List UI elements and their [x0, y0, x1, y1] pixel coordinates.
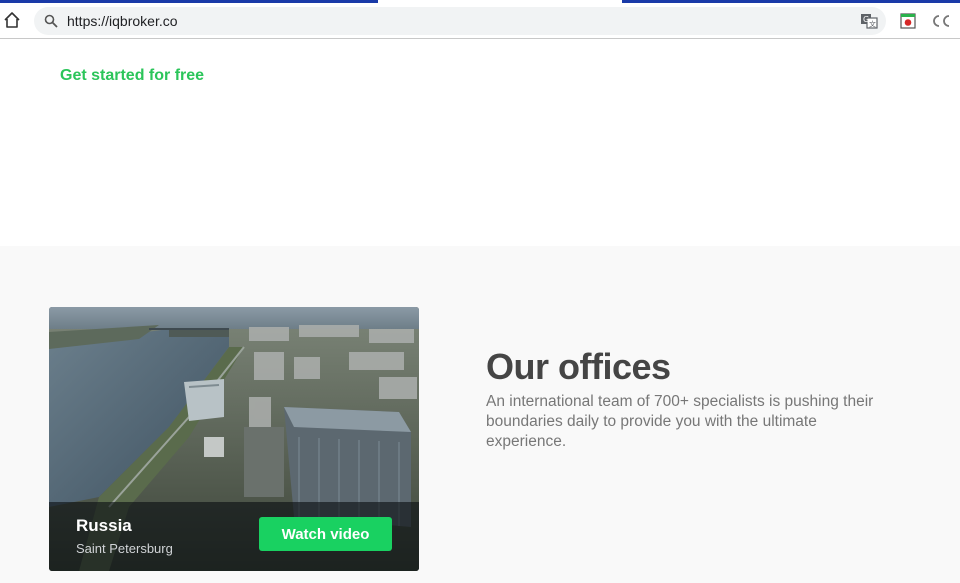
translate-icon[interactable]: G 文: [860, 12, 878, 30]
search-icon: [44, 14, 58, 28]
card-caption: Russia Saint Petersburg Watch video: [49, 502, 419, 571]
office-card: Russia Saint Petersburg Watch video: [49, 307, 419, 571]
office-location: Saint Petersburg: [76, 541, 173, 556]
cc-extension-icon[interactable]: [930, 12, 952, 30]
url-text: https://iqbroker.co: [67, 13, 178, 29]
browser-toolbar: https://iqbroker.co G 文: [0, 3, 960, 39]
watch-video-button[interactable]: Watch video: [259, 517, 392, 551]
office-city: Russia: [76, 516, 132, 535]
section-title: Our offices: [486, 346, 671, 387]
get-started-link[interactable]: Get started for free: [60, 67, 204, 85]
extension-icon[interactable]: [900, 13, 916, 29]
offices-section: Russia Saint Petersburg Watch video Our …: [0, 246, 960, 583]
address-bar[interactable]: https://iqbroker.co G 文: [34, 7, 886, 35]
home-icon[interactable]: [2, 10, 22, 30]
svg-text:文: 文: [869, 20, 876, 29]
section-description: An international team of 700+ specialist…: [486, 393, 874, 450]
